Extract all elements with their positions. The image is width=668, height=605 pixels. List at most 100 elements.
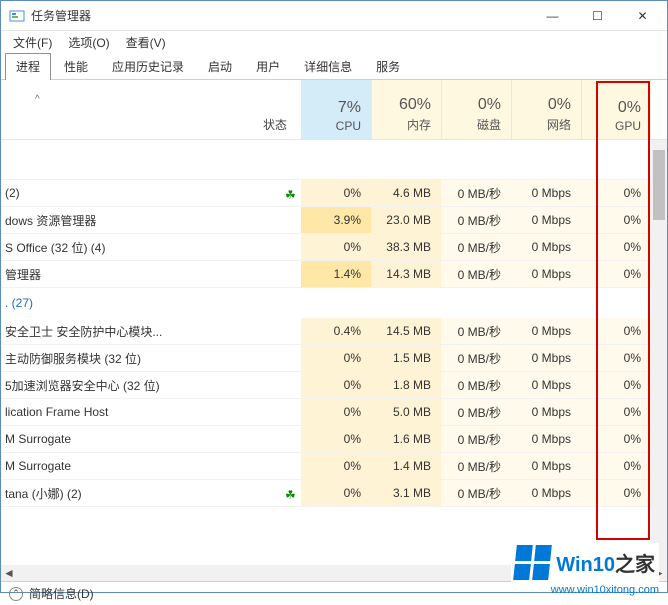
menu-options[interactable]: 选项(O) (60, 32, 117, 53)
cell-mem: 1.4 MB (371, 453, 441, 479)
cell-net: 0 Mbps (511, 261, 581, 287)
cell-disk: 0 MB/秒 (441, 453, 511, 479)
cell-net: 0 Mbps (511, 318, 581, 344)
process-row[interactable]: tana (小娜) (2)☘0%3.1 MB0 MB/秒0 Mbps0% (1, 480, 667, 507)
cell-net: 0 Mbps (511, 399, 581, 425)
cell-cpu: 0% (301, 453, 371, 479)
process-row[interactable]: (2)☘0%4.6 MB0 MB/秒0 Mbps0% (1, 180, 667, 207)
menu-file[interactable]: 文件(F) (5, 32, 60, 53)
fewer-details-icon[interactable]: ⌃ (9, 587, 23, 601)
cell-net: 0 Mbps (511, 372, 581, 398)
cell-disk: 0 MB/秒 (441, 234, 511, 260)
cell-net: 0 Mbps (511, 345, 581, 371)
cell-disk: 0 MB/秒 (441, 318, 511, 344)
cell-gpu: 0% (581, 180, 651, 206)
cell-mem: 14.5 MB (371, 318, 441, 344)
scroll-left-icon[interactable]: ◄ (1, 565, 17, 581)
cell-disk: 0 MB/秒 (441, 399, 511, 425)
eco-leaf-icon: ☘ (285, 488, 295, 498)
process-name: lication Frame Host (1, 399, 301, 425)
vertical-scrollbar[interactable] (651, 140, 667, 565)
cell-cpu: 0.4% (301, 318, 371, 344)
fewer-details-label[interactable]: 简略信息(D) (29, 585, 94, 602)
cell-gpu: 0% (581, 345, 651, 371)
cell-disk: 0 MB/秒 (441, 480, 511, 506)
col-memory[interactable]: 60% 内存 (371, 80, 441, 139)
cell-net: 0 Mbps (511, 480, 581, 506)
process-name: M Surrogate (1, 426, 301, 452)
cell-disk: 0 MB/秒 (441, 261, 511, 287)
process-name: M Surrogate (1, 453, 301, 479)
cell-gpu: 0% (581, 453, 651, 479)
cell-gpu: 0% (581, 234, 651, 260)
process-name: 安全卫士 安全防护中心模块... (1, 318, 301, 344)
process-name: S Office (32 位) (4) (1, 234, 301, 260)
process-row[interactable]: M Surrogate0%1.6 MB0 MB/秒0 Mbps0% (1, 426, 667, 453)
cell-net: 0 Mbps (511, 453, 581, 479)
tab-2[interactable]: 应用历史记录 (101, 53, 195, 80)
col-cpu[interactable]: 7% CPU (301, 80, 371, 139)
cell-mem: 5.0 MB (371, 399, 441, 425)
cell-gpu: 0% (581, 399, 651, 425)
tab-1[interactable]: 性能 (53, 53, 99, 80)
process-row[interactable]: S Office (32 位) (4)0%38.3 MB0 MB/秒0 Mbps… (1, 234, 667, 261)
cell-cpu: 0% (301, 426, 371, 452)
col-status[interactable]: 状态 (263, 116, 287, 133)
cell-mem: 14.3 MB (371, 261, 441, 287)
process-name: tana (小娜) (2)☘ (1, 480, 301, 506)
cell-cpu: 0% (301, 234, 371, 260)
process-row[interactable]: 5加速浏览器安全中心 (32 位)0%1.8 MB0 MB/秒0 Mbps0% (1, 372, 667, 399)
process-name: dows 资源管理器 (1, 207, 301, 233)
app-icon (9, 8, 25, 24)
tab-3[interactable]: 启动 (197, 53, 243, 80)
tab-4[interactable]: 用户 (245, 53, 291, 80)
cell-disk: 0 MB/秒 (441, 345, 511, 371)
tab-0[interactable]: 进程 (5, 53, 51, 80)
cell-net: 0 Mbps (511, 234, 581, 260)
col-gpu[interactable]: 0% GPU (581, 80, 651, 139)
cell-mem: 38.3 MB (371, 234, 441, 260)
process-name: (2)☘ (1, 180, 301, 206)
col-disk[interactable]: 0% 磁盘 (441, 80, 511, 139)
cell-mem: 1.8 MB (371, 372, 441, 398)
spacer-row (1, 140, 667, 180)
cell-mem: 23.0 MB (371, 207, 441, 233)
process-name: 5加速浏览器安全中心 (32 位) (1, 372, 301, 398)
watermark-url: www.win10xitong.com (551, 584, 659, 596)
process-row[interactable]: 主动防御服务模块 (32 位)0%1.5 MB0 MB/秒0 Mbps0% (1, 345, 667, 372)
sort-indicator-icon[interactable]: ^ (35, 94, 40, 105)
tabbar: 进程性能应用历史记录启动用户详细信息服务 (1, 53, 667, 80)
cell-net: 0 Mbps (511, 207, 581, 233)
menu-view[interactable]: 查看(V) (118, 32, 174, 53)
eco-leaf-icon: ☘ (285, 188, 295, 198)
cell-mem: 3.1 MB (371, 480, 441, 506)
process-name: 管理器 (1, 261, 301, 287)
cell-net: 0 Mbps (511, 180, 581, 206)
cell-disk: 0 MB/秒 (441, 180, 511, 206)
cell-cpu: 0% (301, 180, 371, 206)
cell-gpu: 0% (581, 318, 651, 344)
cell-disk: 0 MB/秒 (441, 207, 511, 233)
titlebar: 任务管理器 — ☐ ✕ (1, 1, 667, 31)
maximize-button[interactable]: ☐ (575, 2, 620, 30)
process-row[interactable]: M Surrogate0%1.4 MB0 MB/秒0 Mbps0% (1, 453, 667, 480)
process-row[interactable]: lication Frame Host0%5.0 MB0 MB/秒0 Mbps0… (1, 399, 667, 426)
cell-cpu: 0% (301, 399, 371, 425)
tab-5[interactable]: 详细信息 (293, 53, 363, 80)
background-group[interactable]: . (27) (1, 288, 667, 318)
cell-gpu: 0% (581, 480, 651, 506)
col-network[interactable]: 0% 网络 (511, 80, 581, 139)
scrollbar-thumb[interactable] (653, 150, 665, 220)
cell-gpu: 0% (581, 426, 651, 452)
cell-cpu: 0% (301, 372, 371, 398)
tab-6[interactable]: 服务 (365, 53, 411, 80)
process-row[interactable]: 安全卫士 安全防护中心模块...0.4%14.5 MB0 MB/秒0 Mbps0… (1, 318, 667, 345)
window-title: 任务管理器 (31, 7, 530, 24)
close-button[interactable]: ✕ (620, 2, 665, 30)
process-row[interactable]: 管理器1.4%14.3 MB0 MB/秒0 Mbps0% (1, 261, 667, 288)
minimize-button[interactable]: — (530, 2, 575, 30)
watermark: Win10之家 www.win10xitong.com (511, 543, 659, 582)
column-headers: ^ 状态 7% CPU 60% 内存 0% 磁盘 0% 网络 0% GPU (1, 80, 667, 140)
cell-cpu: 1.4% (301, 261, 371, 287)
process-row[interactable]: dows 资源管理器3.9%23.0 MB0 MB/秒0 Mbps0% (1, 207, 667, 234)
